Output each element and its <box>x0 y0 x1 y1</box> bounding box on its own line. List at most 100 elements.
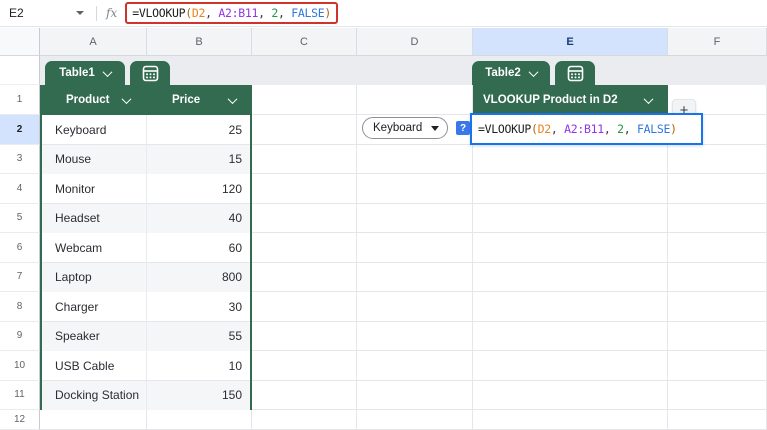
row-header-4[interactable]: 4 <box>0 174 40 204</box>
chevron-down-icon[interactable] <box>644 94 654 104</box>
cell-C4[interactable] <box>252 174 357 204</box>
column-header-A[interactable]: A <box>40 28 147 56</box>
table2-tab[interactable]: Table2 <box>472 61 550 85</box>
row-header-9[interactable]: 9 <box>0 322 40 352</box>
row-header-2[interactable]: 2 <box>0 115 40 145</box>
row-header-11[interactable]: 11 <box>0 381 40 411</box>
table1-grid-icon-tab[interactable] <box>130 61 170 85</box>
chevron-down-icon[interactable] <box>122 94 132 104</box>
row-header-8[interactable]: 8 <box>0 292 40 322</box>
cell-E3[interactable] <box>473 145 668 175</box>
cell-C11[interactable] <box>252 381 357 411</box>
cell-D3[interactable] <box>357 145 473 175</box>
cell-F3[interactable] <box>668 145 767 175</box>
cell-B12[interactable] <box>147 410 252 430</box>
cell-E6[interactable] <box>473 233 668 263</box>
table1-price-header[interactable]: Price <box>146 85 252 115</box>
product-cell[interactable]: Headset <box>42 204 146 234</box>
product-cell[interactable]: Speaker <box>42 322 146 352</box>
cell-E5[interactable] <box>473 204 668 234</box>
column-header-E[interactable]: E <box>473 28 668 56</box>
cell-F4[interactable] <box>668 174 767 204</box>
table2-grid-icon-tab[interactable] <box>555 61 595 85</box>
cell-C8[interactable] <box>252 292 357 322</box>
cell-E8[interactable] <box>473 292 668 322</box>
cell-D6[interactable] <box>357 233 473 263</box>
product-cell[interactable]: Webcam <box>42 233 146 263</box>
cell-F9[interactable] <box>668 322 767 352</box>
price-cell[interactable]: 55 <box>146 322 250 352</box>
product-cell[interactable]: Laptop <box>42 263 146 293</box>
product-cell[interactable]: Mouse <box>42 145 146 175</box>
e2-edit-cell[interactable]: =VLOOKUP(D2, A2:B11, 2, FALSE) <box>470 113 703 145</box>
product-cell[interactable]: Keyboard <box>42 115 146 145</box>
d2-dropdown-chip[interactable]: Keyboard <box>362 117 448 139</box>
cell-E11[interactable] <box>473 381 668 411</box>
column-header-F[interactable]: F <box>668 28 767 56</box>
row-header-1[interactable]: 1 <box>0 85 40 115</box>
cell-C5[interactable] <box>252 204 357 234</box>
column-header-B[interactable]: B <box>147 28 252 56</box>
row-header-10[interactable]: 10 <box>0 351 40 381</box>
column-header-D[interactable]: D <box>357 28 473 56</box>
cell-C7[interactable] <box>252 263 357 293</box>
column-header-C[interactable]: C <box>252 28 357 56</box>
cell-A12[interactable] <box>40 410 147 430</box>
chevron-down-icon[interactable] <box>228 94 238 104</box>
cell-C1[interactable] <box>252 85 357 115</box>
cell-E4[interactable] <box>473 174 668 204</box>
cell-F6[interactable] <box>668 233 767 263</box>
price-cell[interactable]: 60 <box>146 233 250 263</box>
cell-D9[interactable] <box>357 322 473 352</box>
cell-C9[interactable] <box>252 322 357 352</box>
cell-D8[interactable] <box>357 292 473 322</box>
price-cell[interactable]: 800 <box>146 263 250 293</box>
product-cell[interactable]: Charger <box>42 292 146 322</box>
cell-F5[interactable] <box>668 204 767 234</box>
cell-F11[interactable] <box>668 381 767 411</box>
cell-D1[interactable] <box>357 85 473 115</box>
price-cell[interactable]: 40 <box>146 204 250 234</box>
cell-D5[interactable] <box>357 204 473 234</box>
select-all-corner[interactable] <box>0 28 40 56</box>
cell-D7[interactable] <box>357 263 473 293</box>
cell-F8[interactable] <box>668 292 767 322</box>
formula-input-annotated-red[interactable]: =VLOOKUP(D2, A2:B11, 2, FALSE) <box>125 2 338 24</box>
cell-D10[interactable] <box>357 351 473 381</box>
cell-C10[interactable] <box>252 351 357 381</box>
price-cell[interactable]: 30 <box>146 292 250 322</box>
product-cell[interactable]: Docking Station <box>42 381 146 411</box>
chevron-down-icon[interactable] <box>76 11 84 15</box>
price-cell[interactable]: 15 <box>146 145 250 175</box>
price-cell[interactable]: 150 <box>146 381 250 411</box>
cell-E9[interactable] <box>473 322 668 352</box>
cell-E10[interactable] <box>473 351 668 381</box>
product-cell[interactable]: USB Cable <box>42 351 146 381</box>
name-box[interactable]: E2 <box>0 0 96 26</box>
row-header-6[interactable]: 6 <box>0 233 40 263</box>
row-header-5[interactable]: 5 <box>0 204 40 234</box>
cell-C6[interactable] <box>252 233 357 263</box>
product-cell[interactable]: Monitor <box>42 174 146 204</box>
formula-help-badge[interactable]: ? <box>456 121 470 135</box>
price-cell[interactable]: 120 <box>146 174 250 204</box>
cell-F10[interactable] <box>668 351 767 381</box>
cell-E7[interactable] <box>473 263 668 293</box>
cell-D4[interactable] <box>357 174 473 204</box>
cell-F7[interactable] <box>668 263 767 293</box>
row-header-3[interactable]: 3 <box>0 145 40 175</box>
cell-E12[interactable] <box>473 410 668 430</box>
table2-column-header[interactable]: VLOOKUP Product in D2 <box>473 85 668 115</box>
price-cell[interactable]: 10 <box>146 351 250 381</box>
price-cell[interactable]: 25 <box>146 115 250 145</box>
cell-D11[interactable] <box>357 381 473 411</box>
cell-C12[interactable] <box>252 410 357 430</box>
table1-tab[interactable]: Table1 <box>45 61 125 85</box>
row-header-7[interactable]: 7 <box>0 263 40 293</box>
cell-F12[interactable] <box>668 410 767 430</box>
cell-C3[interactable] <box>252 145 357 175</box>
cell-C2[interactable] <box>252 115 357 145</box>
table1-product-header[interactable]: Product <box>40 85 146 115</box>
cell-D12[interactable] <box>357 410 473 430</box>
row-header-12[interactable]: 12 <box>0 410 40 430</box>
